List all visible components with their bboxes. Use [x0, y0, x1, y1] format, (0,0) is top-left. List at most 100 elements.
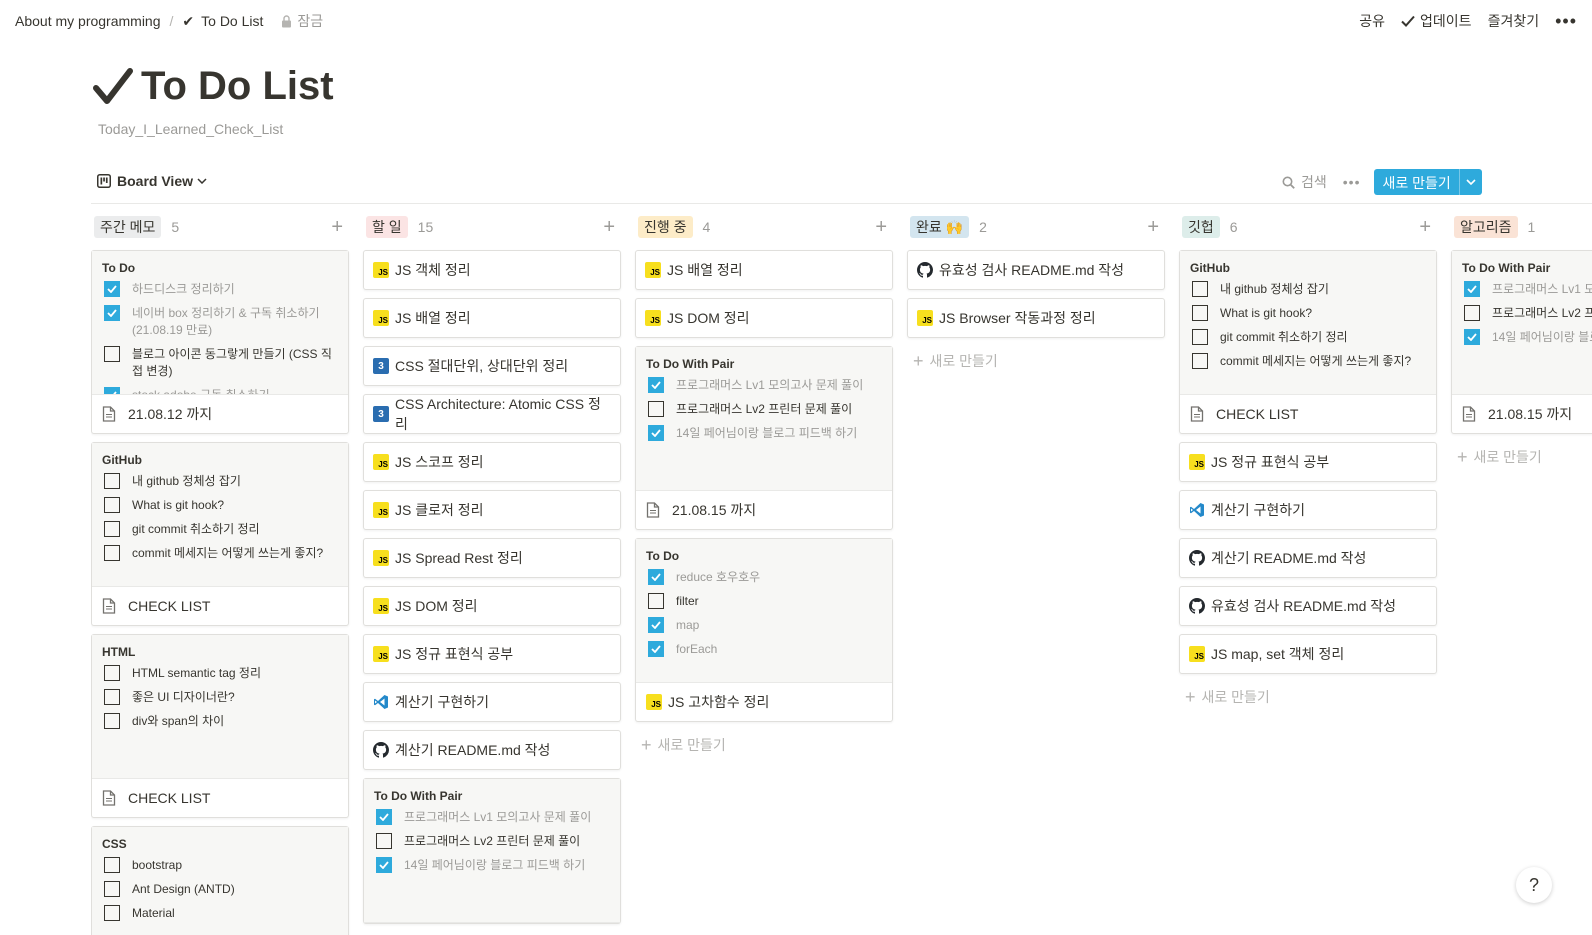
checkbox[interactable] — [104, 545, 120, 561]
board-card-checklist[interactable]: To Do 하드디스크 정리하기 네이버 box 정리하기 & 구독 취소하기 (2… — [91, 250, 349, 434]
column-status-tag[interactable]: 알고리즘 — [1454, 216, 1518, 238]
board-card[interactable]: 계산기 README.md 작성 — [1179, 538, 1437, 578]
board-card[interactable]: 계산기 구현하기 — [1179, 490, 1437, 530]
new-button-label[interactable]: 새로 만들기 — [1374, 169, 1460, 195]
new-card-label: 새로 만들기 — [1473, 449, 1542, 465]
board-card[interactable]: JS JS 배열 정리 — [363, 298, 621, 338]
board-card-checklist[interactable]: To Do With Pair 프로그래머스 Lv1 모의고사 문제 풀이프로그래… — [635, 346, 893, 530]
add-card-button[interactable]: + — [1419, 217, 1431, 237]
board-card-checklist[interactable]: GitHub 내 github 정체성 잡기 What is git hook? gi… — [1179, 250, 1437, 434]
checkbox[interactable] — [104, 387, 120, 394]
checkbox[interactable] — [104, 665, 120, 681]
column-status-tag[interactable]: 할 일 — [366, 216, 408, 238]
board-card-checklist[interactable]: GitHub 내 github 정체성 잡기 What is git hook? gi… — [91, 442, 349, 626]
more-options-button[interactable]: ••• — [1555, 11, 1577, 32]
breadcrumb-parent[interactable]: About my programming — [15, 13, 161, 29]
checklist-item: 프로그래머스 Lv2 프린터 문제 풀이 — [374, 833, 610, 850]
board-card-checklist[interactable]: HTML HTML semantic tag 정리 좋은 UI 디자이너란? div와… — [91, 634, 349, 818]
board-card[interactable]: 유효성 검사 README.md 작성 — [1179, 586, 1437, 626]
board-card-checklist[interactable]: To Do reduce 호우호우 filter map forEach JS JS 고차함… — [635, 538, 893, 722]
add-card-button[interactable]: + — [875, 217, 887, 237]
new-card-link[interactable]: + 새로 만들기 — [635, 730, 893, 760]
card-checklist-body: GitHub 내 github 정체성 잡기 What is git hook? gi… — [1180, 251, 1436, 395]
checkbox[interactable] — [648, 377, 664, 393]
new-button-dropdown[interactable] — [1460, 169, 1482, 195]
javascript-icon: JS — [373, 310, 389, 326]
board-card[interactable]: 3 CSS Architecture: Atomic CSS 정리 — [363, 394, 621, 434]
column-status-tag[interactable]: 주간 메모 — [94, 216, 162, 238]
checklist-item: reduce 호우호우 — [646, 569, 882, 586]
board-card[interactable]: JS JS Browser 작동과정 정리 — [907, 298, 1165, 338]
new-card-link[interactable]: + 새로 만들기 — [1451, 442, 1592, 472]
add-card-button[interactable]: + — [1147, 217, 1159, 237]
checkbox[interactable] — [1464, 305, 1480, 321]
checkbox[interactable] — [104, 473, 120, 489]
checkbox[interactable] — [1464, 281, 1480, 297]
board-card[interactable]: JS JS 스코프 정리 — [363, 442, 621, 482]
board-card[interactable]: 계산기 README.md 작성 — [363, 730, 621, 770]
board-card[interactable]: JS JS Spread Rest 정리 — [363, 538, 621, 578]
lock-indicator[interactable]: 잠금 — [281, 11, 323, 31]
column-status-tag[interactable]: 진행 중 — [638, 216, 693, 238]
checkbox[interactable] — [104, 713, 120, 729]
checkbox[interactable] — [1192, 353, 1208, 369]
checkbox[interactable] — [104, 497, 120, 513]
add-card-button[interactable]: + — [331, 217, 343, 237]
checkbox[interactable] — [104, 881, 120, 897]
new-button[interactable]: 새로 만들기 — [1374, 169, 1482, 195]
updates-button[interactable]: 업데이트 — [1401, 11, 1472, 31]
checkbox[interactable] — [376, 833, 392, 849]
checkbox[interactable] — [376, 857, 392, 873]
checkbox[interactable] — [104, 281, 120, 297]
checkbox[interactable] — [104, 905, 120, 921]
board-card[interactable]: JS JS DOM 정리 — [363, 586, 621, 626]
new-card-link[interactable]: + 새로 만들기 — [1179, 682, 1437, 712]
view-selector[interactable]: Board View — [97, 173, 213, 189]
column-count: 15 — [417, 219, 434, 235]
board-card[interactable]: JS JS 배열 정리 — [635, 250, 893, 290]
page-subtitle[interactable]: Today_I_Learned_Check_List — [98, 121, 283, 137]
checkbox[interactable] — [104, 521, 120, 537]
board-card[interactable]: JS JS 정규 표현식 공부 — [1179, 442, 1437, 482]
checkbox[interactable] — [1464, 329, 1480, 345]
board-card-checklist[interactable]: CSS bootstrap Ant Design (ANTD) Material — [91, 826, 349, 935]
board-card-checklist[interactable]: To Do With Pair 프로그래머스 Lv1 모의고사 문제 풀이프로그래… — [363, 778, 621, 924]
board-card[interactable]: 계산기 구현하기 — [363, 682, 621, 722]
view-more-button[interactable]: ••• — [1343, 174, 1361, 190]
checkbox[interactable] — [1192, 329, 1208, 345]
share-button[interactable]: 공유 — [1359, 11, 1385, 31]
board-card[interactable]: JS JS 클로저 정리 — [363, 490, 621, 530]
board-card[interactable]: 유효성 검사 README.md 작성 — [907, 250, 1165, 290]
help-button[interactable]: ? — [1516, 867, 1552, 903]
breadcrumb-current[interactable]: To Do List — [201, 13, 263, 29]
checkbox[interactable] — [648, 641, 664, 657]
checkbox[interactable] — [648, 401, 664, 417]
page-title-text[interactable]: To Do List — [141, 64, 334, 109]
checklist-item-text: div와 span의 차이 — [132, 714, 225, 728]
checkbox[interactable] — [104, 857, 120, 873]
search-button[interactable]: 검색 — [1282, 172, 1327, 192]
card-title: 21.08.12 까지 — [92, 395, 348, 433]
checkbox[interactable] — [104, 305, 120, 321]
checkbox[interactable] — [376, 809, 392, 825]
column-status-tag[interactable]: 완료 🙌 — [910, 216, 970, 238]
new-card-link[interactable]: + 새로 만들기 — [907, 346, 1165, 376]
board-card[interactable]: JS JS 정규 표현식 공부 — [363, 634, 621, 674]
board-card[interactable]: JS JS 객체 정리 — [363, 250, 621, 290]
checkbox[interactable] — [104, 346, 120, 362]
checkbox[interactable] — [648, 425, 664, 441]
favorites-button[interactable]: 즐겨찾기 — [1488, 11, 1540, 31]
checkbox[interactable] — [648, 569, 664, 585]
board-card[interactable]: 3 CSS 절대단위, 상대단위 정리 — [363, 346, 621, 386]
checkbox[interactable] — [1192, 281, 1208, 297]
board-card[interactable]: JS JS DOM 정리 — [635, 298, 893, 338]
checkbox[interactable] — [648, 617, 664, 633]
column-status-tag[interactable]: 깃헙 — [1182, 216, 1220, 238]
board-card[interactable]: JS JS map, set 객체 정리 — [1179, 634, 1437, 674]
css3-icon: 3 — [373, 406, 389, 422]
checkbox[interactable] — [1192, 305, 1208, 321]
checkbox[interactable] — [648, 593, 664, 609]
checkbox[interactable] — [104, 689, 120, 705]
add-card-button[interactable]: + — [603, 217, 615, 237]
board-card-checklist[interactable]: To Do With Pair 프로그래머스 Lv1 모의고사 문제 풀이프로그래… — [1451, 250, 1592, 434]
